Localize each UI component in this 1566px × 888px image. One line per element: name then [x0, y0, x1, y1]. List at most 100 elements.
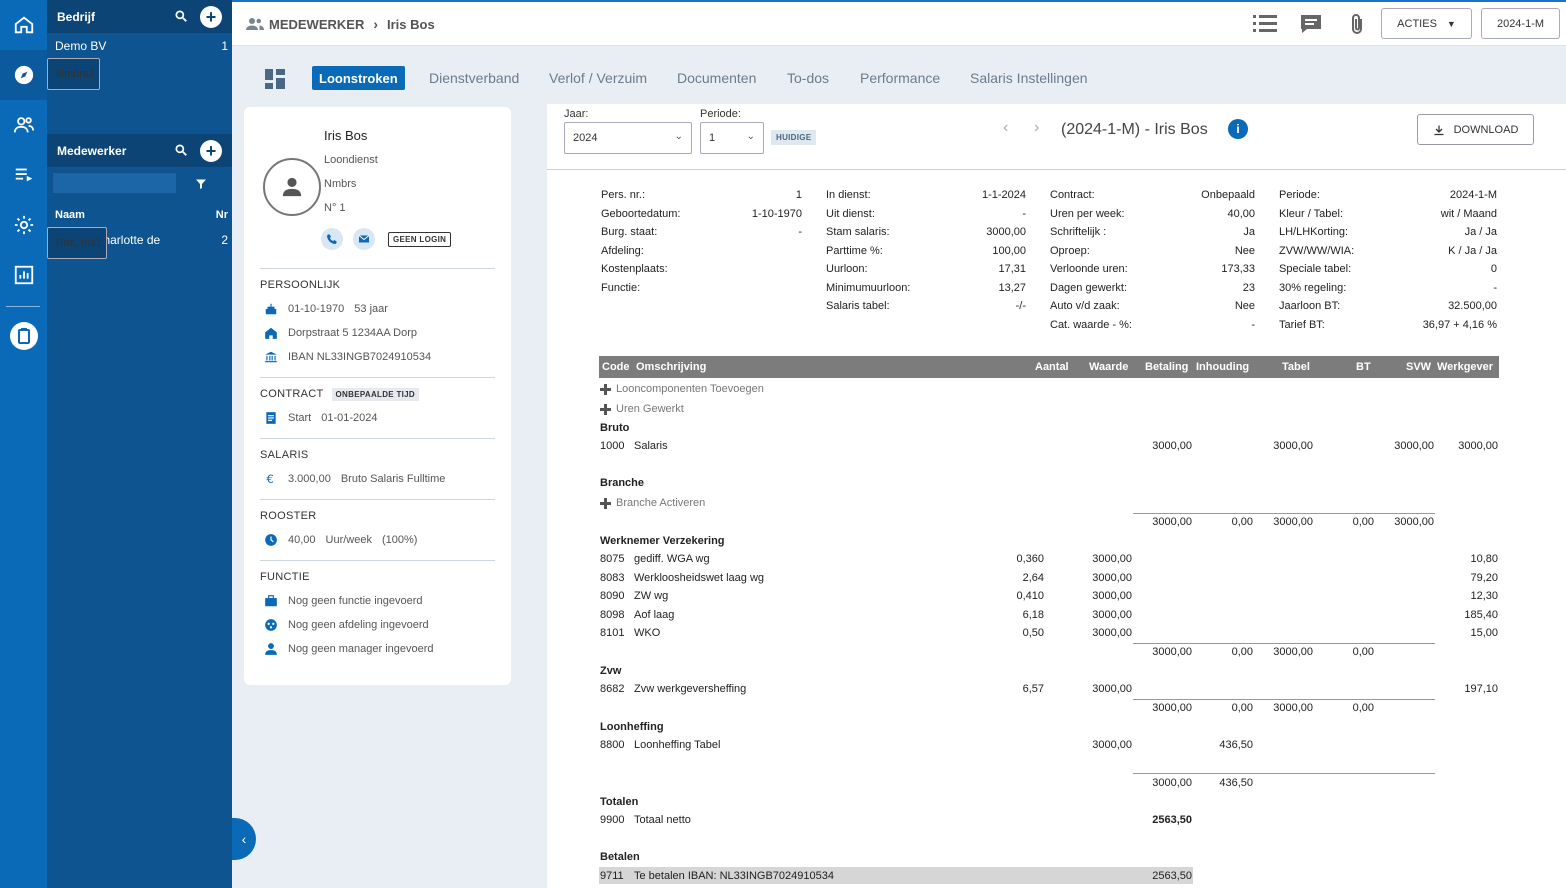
verzekering-row-werkgever: 79,20 — [1470, 571, 1498, 584]
paperclip-icon[interactable] — [1349, 13, 1365, 38]
contract-title: CONTRACT ONBEPAALDE TIJD — [260, 388, 419, 401]
phone-icon — [327, 234, 337, 244]
info-label: Parttime %: — [826, 244, 883, 257]
plus-icon — [600, 497, 611, 509]
info-value: 100,00 — [992, 244, 1026, 257]
info-value: - — [1493, 281, 1497, 294]
bank-icon — [265, 351, 277, 363]
add-uren-button[interactable]: Uren Gewerkt — [600, 403, 684, 415]
employee-item[interactable]: Bos, Iris 1 — [47, 227, 107, 259]
medewerker-title: Medewerker — [57, 143, 127, 158]
huidige-button[interactable]: HUIDIGE — [771, 130, 817, 145]
playlist-icon[interactable] — [0, 150, 47, 200]
email-button[interactable] — [353, 228, 375, 250]
verzekering-row-waarde: 3000,00 — [1092, 571, 1132, 584]
document-icon — [266, 412, 276, 424]
functie-title: FUNCTIE — [260, 571, 310, 583]
info-value: 32.500,00 — [1448, 300, 1497, 312]
verzekering-row-waarde: 3000,00 — [1092, 553, 1132, 565]
manager-item: Nog geen manager ingevoerd — [264, 642, 434, 656]
company-item[interactable]: Nmbrs 2 — [47, 58, 100, 90]
comment-icon[interactable] — [1299, 13, 1323, 38]
loonheffing-row-inhouding: 436,50 — [1219, 739, 1253, 751]
list-icon[interactable] — [1253, 13, 1277, 36]
info-label: 30% regeling: — [1279, 281, 1347, 294]
employee-department: Loondienst — [324, 154, 378, 166]
verzekering-row-code: 8101 — [600, 627, 625, 639]
employee-list-header: Naam Nr — [55, 208, 228, 221]
compass-icon[interactable] — [0, 50, 47, 100]
avatar — [263, 158, 321, 216]
person-icon — [282, 177, 302, 197]
filter-icon[interactable] — [195, 178, 207, 193]
verzekering-row-aantal: 0,50 — [1022, 627, 1044, 639]
download-icon — [1434, 125, 1444, 135]
info-label: Contract: — [1050, 189, 1095, 201]
tab-verlof-verzuim[interactable]: Verlof / Verzuim — [549, 62, 647, 94]
verzekering-row-aantal: 0,410 — [1016, 590, 1044, 602]
chart-icon[interactable] — [0, 250, 47, 300]
dashboard-icon[interactable] — [265, 69, 285, 92]
info-label: ZVW/WW/WIA: — [1279, 244, 1355, 257]
verzekering-row-code: 8098 — [600, 608, 625, 621]
subtotal-inhouding: 0,00 — [1231, 646, 1253, 658]
info-label: Uurloon: — [826, 263, 868, 275]
verzekering-row-desc: ZW wg — [634, 590, 669, 602]
next-icon[interactable]: › — [1034, 119, 1039, 137]
verzekering-row-desc: WKO — [634, 627, 661, 639]
subtotal-line — [1133, 643, 1435, 644]
divider — [260, 268, 495, 269]
period-button[interactable]: 2024-1-M — [1481, 8, 1560, 39]
users-icon[interactable] — [0, 100, 47, 150]
tab-loonstroken[interactable]: Loonstroken — [312, 66, 405, 90]
verzekering-row-waarde: 3000,00 — [1092, 608, 1132, 621]
previous-icon[interactable]: ‹ — [1003, 119, 1008, 137]
zvw-title: Zvw — [600, 665, 622, 677]
salaris-title: SALARIS — [260, 449, 309, 461]
tab-documenten[interactable]: Documenten — [677, 62, 756, 94]
subtotal-tabel: 3000,00 — [1273, 516, 1313, 528]
breadcrumb: MEDEWERKER › Iris Bos — [246, 16, 435, 32]
add-looncomponenten-button[interactable]: Looncomponenten Toevoegen — [600, 383, 764, 395]
clipboard-icon[interactable] — [0, 311, 47, 361]
branche-title: Branche — [600, 477, 645, 489]
jaar-select[interactable]: 2024 ⌄ — [564, 122, 692, 154]
geen-login-badge[interactable]: GEEN LOGIN — [388, 232, 452, 247]
subtotal-betaling: 3000,00 — [1152, 516, 1192, 528]
subtotal-line — [1133, 699, 1435, 700]
collapse-panel-button[interactable]: ‹ — [232, 818, 256, 860]
tab-salaris-instellingen[interactable]: Salaris Instellingen — [970, 62, 1088, 94]
tab-dienstverband[interactable]: Dienstverband — [429, 62, 519, 94]
search-icon[interactable] — [174, 9, 188, 26]
werknemer-verzekering-title: Werknemer Verzekering — [600, 535, 725, 547]
search-icon[interactable] — [174, 143, 188, 160]
info-value: 23 — [1242, 281, 1255, 294]
info-label: Auto v/d zaak: — [1050, 300, 1120, 312]
info-icon[interactable]: i — [1228, 119, 1248, 139]
subtotal-inhouding: 436,50 — [1219, 777, 1253, 789]
acties-button[interactable]: ACTIES ▼ — [1381, 8, 1472, 39]
salaris-row-svw: 3000,00 — [1394, 440, 1434, 452]
tab-todos[interactable]: To-dos — [787, 62, 829, 94]
add-employee-button[interactable]: + — [200, 140, 222, 162]
zvw-row-werkgever: 197,10 — [1464, 683, 1498, 695]
betalen-row-betaling: 2563,50 — [1152, 870, 1192, 882]
periode-select[interactable]: 1 ⌄ — [700, 122, 764, 154]
download-button[interactable]: DOWNLOAD — [1417, 114, 1534, 145]
phone-button[interactable] — [321, 228, 343, 250]
tab-performance[interactable]: Performance — [860, 62, 940, 94]
info-value: - — [1022, 207, 1026, 220]
gear-icon[interactable] — [0, 200, 47, 250]
verzekering-row-code: 8075 — [600, 553, 625, 565]
info-label: Dagen gewerkt: — [1050, 281, 1128, 294]
subtotal-tabel: 3000,00 — [1273, 646, 1313, 658]
zvw-row-aantal: 6,57 — [1022, 683, 1044, 695]
home-icon[interactable] — [0, 0, 47, 50]
company-item[interactable]: Demo BV 1 — [47, 33, 232, 58]
subtotal-betaling: 3000,00 — [1152, 702, 1192, 714]
add-company-button[interactable]: + — [200, 6, 222, 28]
breadcrumb-section[interactable]: MEDEWERKER — [269, 17, 364, 32]
subtotal-tabel: 3000,00 — [1273, 702, 1313, 714]
employee-search-input[interactable] — [53, 173, 176, 193]
branche-activeren-button[interactable]: Branche Activeren — [600, 497, 705, 509]
